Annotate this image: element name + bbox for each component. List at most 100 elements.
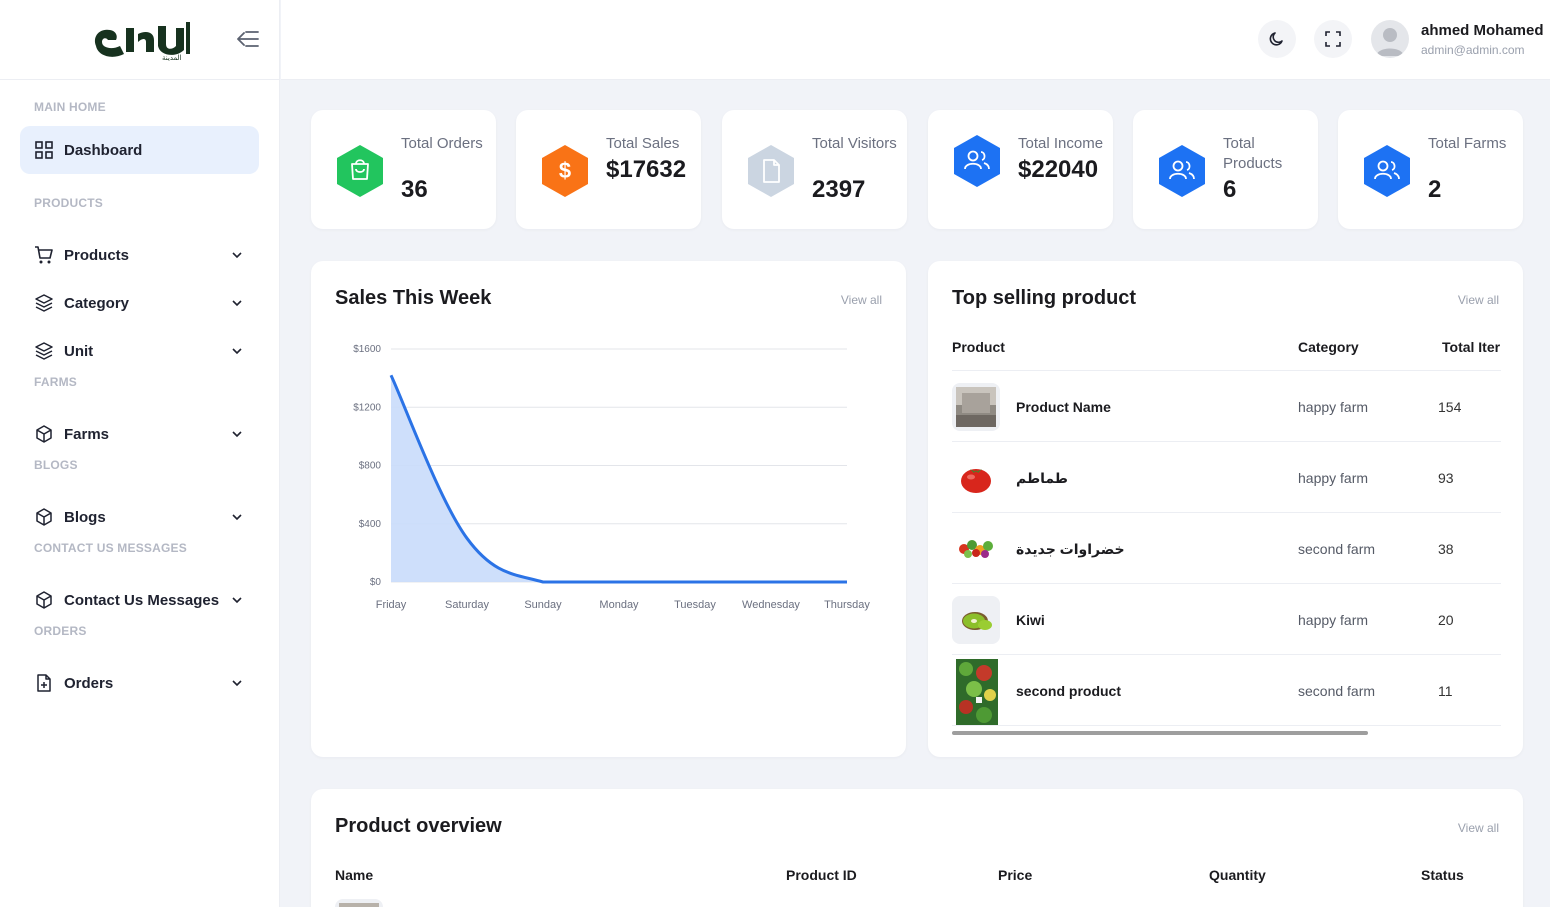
user-avatar-icon: [1376, 28, 1404, 56]
section-label-products: PRODUCTS: [34, 196, 103, 210]
section-label-orders: ORDERS: [34, 624, 87, 638]
stat-label: Total Products: [1223, 135, 1283, 172]
y-tick-label: $1600: [353, 344, 381, 355]
column-header-name[interactable]: Name: [335, 867, 373, 883]
section-label-farms: FARMS: [34, 375, 77, 389]
collapse-sidebar-icon[interactable]: [234, 28, 260, 50]
stat-card-total-products[interactable]: Total Products 6: [1133, 110, 1318, 229]
sidebar-item-label: Contact Us Messages: [64, 591, 220, 609]
stat-card-total-visitors[interactable]: Total Visitors 2397: [722, 110, 907, 229]
product-category: second farm: [1298, 541, 1376, 557]
column-header-product[interactable]: Product: [952, 339, 1005, 355]
section-label-blogs: BLOGS: [34, 458, 78, 472]
sales-this-week-panel: Sales This Week View all $0 $400 $800 $1200…: [311, 261, 906, 757]
users-icon: [1159, 145, 1205, 197]
chevron-down-icon[interactable]: [230, 593, 244, 607]
column-header-quantity[interactable]: Quantity: [1209, 867, 1266, 883]
x-tick-label: Saturday: [445, 599, 490, 611]
sidebar-item-label: Products: [64, 246, 130, 264]
box-icon: [34, 424, 54, 444]
view-all-link[interactable]: View all: [1458, 293, 1499, 307]
product-category: happy farm: [1298, 470, 1369, 486]
panel-title: Top selling product: [952, 287, 1137, 309]
column-header-price[interactable]: Price: [998, 867, 1032, 883]
sales-area: [391, 375, 847, 582]
y-tick-label: $0: [370, 577, 382, 588]
product-total: 154: [1438, 399, 1462, 415]
product-thumbnail: [952, 596, 1000, 644]
chevron-down-icon[interactable]: [230, 427, 244, 441]
file-plus-icon: [34, 673, 54, 693]
sidebar-item-farms[interactable]: Farms: [0, 410, 279, 458]
product-total: 38: [1438, 541, 1454, 557]
chevron-down-icon[interactable]: [230, 676, 244, 690]
product-thumbnail: [952, 454, 1000, 502]
sidebar-item-label: Farms: [64, 425, 110, 443]
chevron-down-icon[interactable]: [230, 296, 244, 310]
product-name: خضراوات جديدة: [1016, 541, 1125, 557]
panel-title: Product overview: [335, 815, 502, 837]
chevron-down-icon[interactable]: [230, 344, 244, 358]
section-label-contact: CONTACT US MESSAGES: [34, 541, 187, 555]
stat-value: 2: [1428, 176, 1442, 203]
sidebar-item-label: Orders: [64, 674, 114, 692]
column-header-product-id[interactable]: Product ID: [786, 867, 857, 883]
dark-mode-button[interactable]: [1258, 20, 1296, 58]
svg-text:المدينة: المدينة: [162, 54, 182, 62]
chevron-down-icon[interactable]: [230, 510, 244, 524]
section-label-main-home: MAIN HOME: [34, 100, 106, 114]
table-row[interactable]: طماطم happy farm 93: [952, 441, 1501, 512]
column-header-status[interactable]: Status: [1421, 867, 1464, 883]
table-row[interactable]: خضراوات جديدة second farm 38: [952, 512, 1501, 583]
stat-value: 2397: [812, 176, 866, 203]
x-tick-label: Thursday: [824, 599, 870, 611]
stat-hex-bg: [337, 145, 383, 197]
stat-value: 36: [401, 176, 428, 203]
sidebar-nav: MAIN HOME Dashboard PRODUCTS Products Ca…: [0, 80, 279, 707]
box-icon: [34, 590, 54, 610]
sidebar-item-orders[interactable]: Orders: [0, 659, 279, 707]
stat-card-total-income[interactable]: Total Income $22040: [928, 110, 1113, 229]
topbar: ahmed Mohamed admin@admin.com: [281, 0, 1550, 80]
product-total: 93: [1438, 470, 1454, 486]
product-category: happy farm: [1298, 612, 1369, 628]
brand-header: المدينة: [0, 0, 279, 80]
sidebar-item-category[interactable]: Category: [0, 279, 279, 327]
file-icon: [748, 145, 794, 197]
stat-card-total-farms[interactable]: Total Farms 2: [1338, 110, 1523, 229]
table-row[interactable]: Product Name happy farm 154: [952, 370, 1501, 441]
chevron-down-icon[interactable]: [230, 248, 244, 262]
panel-title: Sales This Week: [335, 287, 492, 309]
view-all-link[interactable]: View all: [1458, 821, 1499, 835]
sidebar-item-products[interactable]: Products: [0, 231, 279, 279]
stat-card-total-orders[interactable]: Total Orders 36: [311, 110, 496, 229]
column-header-total-items[interactable]: Total Iter: [1442, 339, 1501, 355]
users-icon: [1364, 145, 1410, 197]
product-name: second product: [1016, 683, 1122, 699]
product-total: 20: [1438, 612, 1454, 628]
view-all-link[interactable]: View all: [841, 293, 882, 307]
sidebar-item-contact[interactable]: Contact Us Messages: [0, 576, 279, 624]
product-total: 11: [1438, 683, 1453, 699]
product-thumbnail: [952, 383, 1000, 431]
column-header-category[interactable]: Category: [1298, 339, 1359, 355]
horizontal-scrollbar[interactable]: [952, 731, 1368, 735]
user-name[interactable]: ahmed Mohamed: [1421, 22, 1544, 39]
sidebar-item-unit[interactable]: Unit: [0, 327, 279, 375]
table-bottom-border: [952, 725, 1501, 726]
product-thumbnail: [956, 659, 998, 725]
table-row[interactable]: Kiwi happy farm 20: [952, 583, 1501, 654]
product-name: Product Name: [1016, 399, 1111, 415]
stat-label: Total Orders: [401, 135, 483, 152]
fullscreen-button[interactable]: [1314, 20, 1352, 58]
stat-card-total-sales[interactable]: $ Total Sales $17632: [516, 110, 701, 229]
logo[interactable]: المدينة: [90, 14, 194, 62]
sidebar-item-dashboard[interactable]: Dashboard: [20, 126, 259, 174]
avatar[interactable]: [1371, 20, 1409, 58]
svg-text:$: $: [559, 158, 571, 183]
sidebar-item-blogs[interactable]: Blogs: [0, 493, 279, 541]
y-tick-label: $400: [359, 519, 382, 530]
table-row[interactable]: second product second farm 11: [952, 654, 1501, 725]
sidebar-item-label: Dashboard: [64, 141, 143, 159]
x-tick-label: Tuesday: [674, 599, 716, 611]
